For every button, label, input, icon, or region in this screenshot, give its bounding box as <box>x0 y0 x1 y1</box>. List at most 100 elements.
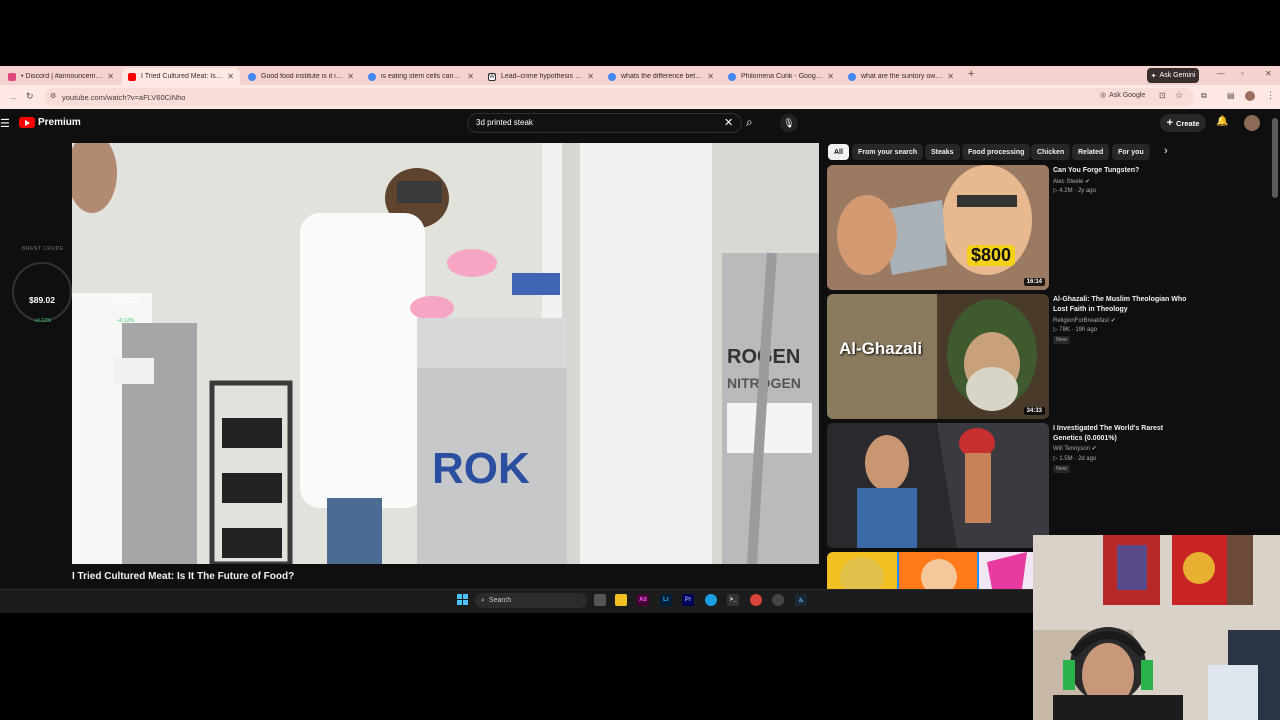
google-icon <box>248 72 256 81</box>
maximize-icon[interactable]: ▫ <box>1241 69 1244 78</box>
youtube-icon <box>128 72 136 81</box>
overlay-price-2: $83.32 <box>112 295 138 305</box>
close-icon[interactable]: ✕ <box>587 72 594 81</box>
ask-gemini-button[interactable]: ✦ Ask Gemini <box>1147 68 1199 83</box>
clear-search-icon[interactable]: ✕ <box>724 116 733 129</box>
wikipedia-icon: W <box>488 72 496 81</box>
sidebar-icon[interactable]: ▤ <box>1227 91 1235 100</box>
microphone-icon[interactable]: 🎙 <box>780 114 798 132</box>
tab-google-search-1[interactable]: Good food institute is it israeli? ✕ <box>242 68 360 85</box>
chip-steaks[interactable]: Steaks <box>925 144 960 160</box>
obs-icon[interactable] <box>772 594 784 606</box>
close-icon[interactable]: ✕ <box>707 72 714 81</box>
taskbar-search[interactable]: ⌕ Search <box>475 593 587 608</box>
close-icon[interactable]: ✕ <box>947 72 954 81</box>
tab-title: Good food institute is it israeli? <box>261 73 343 80</box>
notifications-bell-icon[interactable]: 🔔 <box>1216 116 1228 127</box>
video-player[interactable]: ROK ROGEN NITROGEN <box>72 143 819 564</box>
rec-channel-1[interactable]: Alec Steele ✔ <box>1053 178 1090 187</box>
install-icon[interactable]: ⊡ <box>1159 91 1166 100</box>
search-icon[interactable]: ⌕ <box>746 115 753 130</box>
tab-discord[interactable]: • Discord | #announcements | C ✕ <box>2 68 120 85</box>
close-icon[interactable]: ✕ <box>107 72 114 81</box>
tab-title: I Tried Cultured Meat: Is It T <box>141 73 224 80</box>
overlay-price: $89.02 <box>29 295 55 305</box>
chip-chicken[interactable]: Chicken <box>1031 144 1071 160</box>
rec-title-3[interactable]: I Investigated The World's Rarest Geneti… <box>1053 424 1188 444</box>
rec-thumbnail-2[interactable]: Al-Ghazali 34:33 <box>827 294 1049 419</box>
extensions-icon[interactable]: ⧉ <box>1201 91 1207 101</box>
create-button[interactable]: + Create <box>1160 114 1206 132</box>
overlay-change: +0.12% <box>34 318 52 324</box>
rec-thumbnail-1[interactable]: $800 16:14 <box>827 165 1049 290</box>
google-icon <box>368 72 376 81</box>
tab-wikipedia[interactable]: W Lead–crime hypothesis - Wikip ✕ <box>482 68 600 85</box>
steam-icon[interactable]: ♨ <box>795 594 807 606</box>
chip-all[interactable]: All <box>828 144 849 160</box>
bookmark-star-icon[interactable]: ☆ <box>1175 90 1183 101</box>
plus-icon: + <box>1166 117 1174 129</box>
duration-badge: 16:14 <box>1023 278 1045 286</box>
rec-channel-2[interactable]: ReligionForBreakfast ✔ <box>1053 317 1116 326</box>
close-window-icon[interactable]: ✕ <box>1265 69 1272 78</box>
views: 78K <box>1059 327 1070 333</box>
rec-thumbnail-3[interactable]: 38 <box>827 423 1049 548</box>
close-icon[interactable]: ✕ <box>227 72 234 81</box>
profile-avatar[interactable] <box>1245 91 1255 101</box>
google-icon <box>728 72 736 81</box>
windows-logo <box>457 594 468 605</box>
chrome-icon[interactable] <box>750 594 762 606</box>
premiere-icon[interactable]: Pr <box>682 594 694 606</box>
browser-icon[interactable] <box>705 594 717 606</box>
chip-related[interactable]: Related <box>1072 144 1110 160</box>
hamburger-menu-icon[interactable]: ☰ <box>0 117 10 130</box>
chip-from-your-search[interactable]: From your search <box>852 144 924 160</box>
lightroom-icon[interactable]: Lr <box>660 594 672 606</box>
tab-youtube-video[interactable]: I Tried Cultured Meat: Is It T ✕ <box>122 68 240 85</box>
tab-google-search-2[interactable]: is eating stem cells cannibalism ✕ <box>362 68 480 85</box>
reload-icon[interactable]: ↻ <box>26 91 34 102</box>
tab-title: Philomena Cunk - Google Sea <box>741 73 823 80</box>
close-icon[interactable]: ✕ <box>467 72 474 81</box>
file-explorer-icon[interactable] <box>615 594 627 606</box>
video-frame: ROK ROGEN NITROGEN <box>72 143 819 564</box>
page-scrollbar[interactable] <box>1272 118 1278 198</box>
rec-title-1[interactable]: Can You Forge Tungsten? <box>1053 166 1188 176</box>
avatar[interactable] <box>1244 115 1260 131</box>
chip-food-processing[interactable]: Food processing <box>962 144 1031 160</box>
channel-name: ReligionForBreakfast <box>1053 318 1110 324</box>
tab-google-search-5[interactable]: what are the suntory owners o ✕ <box>842 68 960 85</box>
search-box[interactable]: 3d printed steak ✕ <box>467 113 742 133</box>
tab-google-search-3[interactable]: whats the difference between a ✕ <box>602 68 720 85</box>
chevron-right-icon[interactable]: › <box>1164 145 1168 157</box>
terminal-icon[interactable]: >_ <box>727 594 739 606</box>
overlay-label: BRENT CRUDE <box>22 246 64 252</box>
minimize-icon[interactable]: — <box>1217 69 1225 78</box>
channel-name: Will Tennyson <box>1053 446 1090 452</box>
thumbnail-text: Al-Ghazali <box>839 339 923 358</box>
tab-google-search-4[interactable]: Philomena Cunk - Google Sea ✕ <box>722 68 840 85</box>
search-input[interactable]: 3d printed steak <box>476 118 533 127</box>
thumbnail-image <box>827 552 1049 589</box>
ask-gemini-label: Ask Gemini <box>1159 72 1196 79</box>
windows-start-icon[interactable] <box>457 594 469 606</box>
age: 2y ago <box>1077 188 1096 194</box>
youtube-logo[interactable]: Premium <box>19 117 81 128</box>
rec-channel-3[interactable]: Will Tennyson ✔ <box>1053 445 1097 454</box>
verified-icon: ✔ <box>1085 179 1091 185</box>
rec-thumbnail-4[interactable] <box>827 552 1049 589</box>
rec-title-2[interactable]: Al-Ghazali: The Muslim Theologian Who Lo… <box>1053 295 1188 315</box>
views: 1.5M <box>1059 456 1073 462</box>
ask-google-button[interactable]: ◎ Ask Google <box>1100 91 1145 100</box>
views: 4.2M <box>1059 188 1073 194</box>
chip-for-you[interactable]: For you <box>1112 144 1150 160</box>
new-tab-icon[interactable]: + <box>968 68 974 80</box>
site-info-icon[interactable]: ⚙ <box>50 92 56 100</box>
close-icon[interactable]: ✕ <box>827 72 834 81</box>
back-icon[interactable]: → <box>8 92 17 102</box>
address-bar[interactable]: ⚙ youtube.com/watch?v=aFLV60CiNho <box>44 88 1194 106</box>
close-icon[interactable]: ✕ <box>347 72 354 81</box>
adobe-xd-icon[interactable]: Xd <box>637 594 649 606</box>
task-view-icon[interactable] <box>594 594 606 606</box>
menu-icon[interactable]: ⋮ <box>1266 90 1275 101</box>
